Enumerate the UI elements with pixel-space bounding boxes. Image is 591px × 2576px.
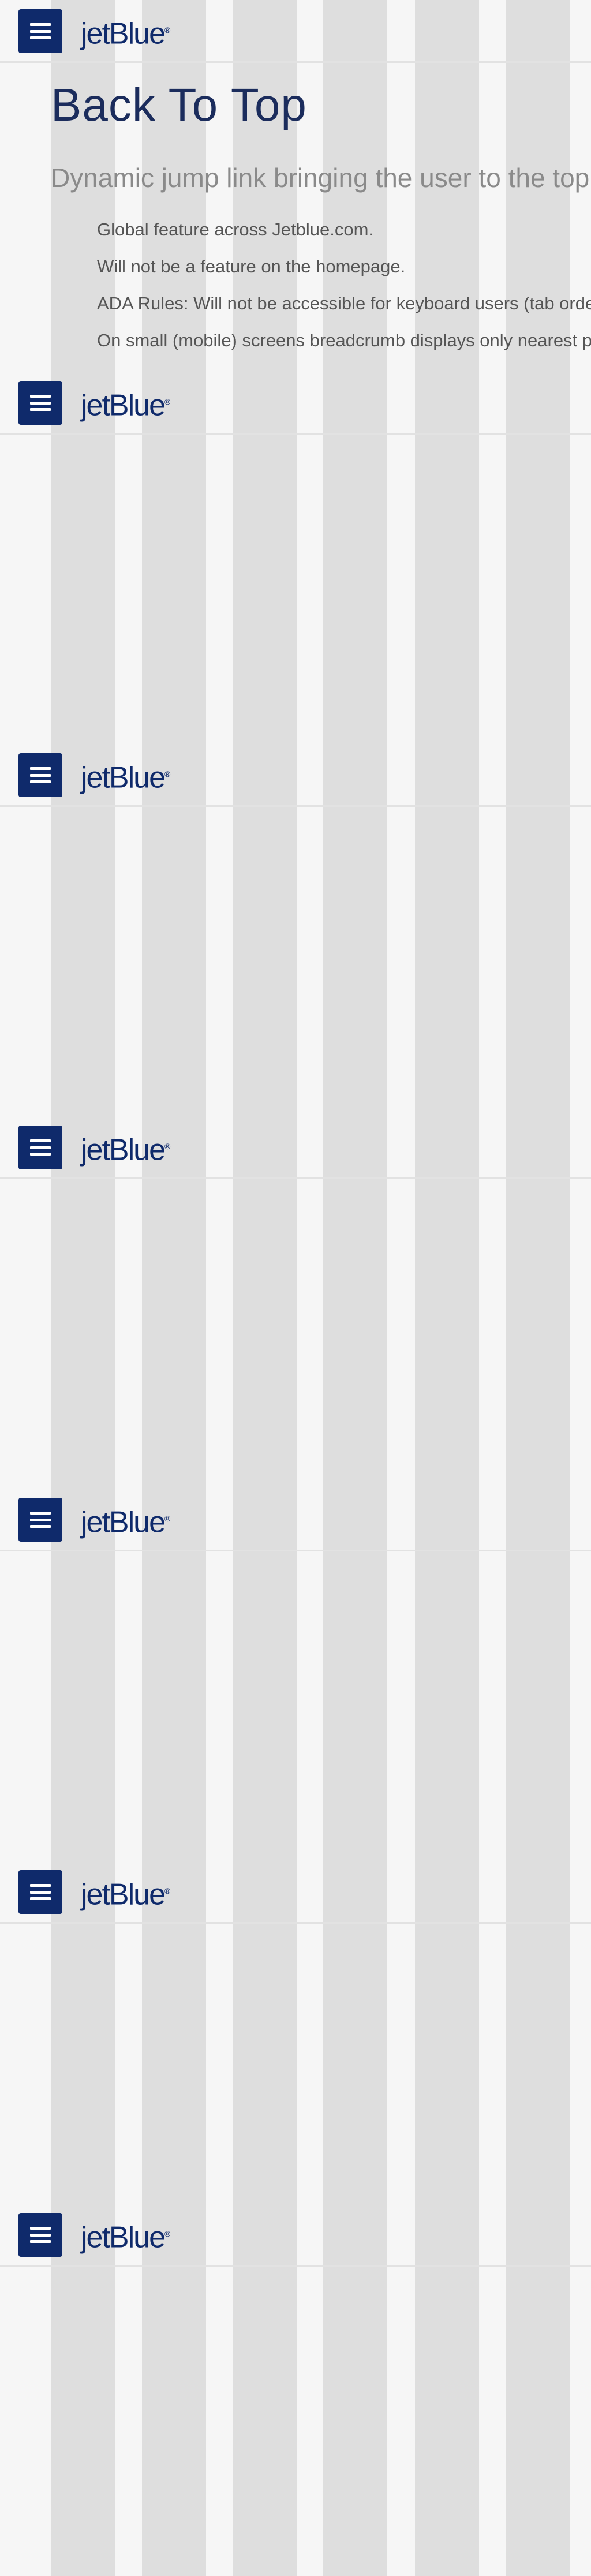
jetblue-logo[interactable]: jetBlue® <box>81 1128 170 1168</box>
site-header: jetBlue® <box>0 2204 591 2267</box>
list-item: On small (mobile) screens breadcrumb dis… <box>97 322 591 359</box>
jetblue-logo[interactable]: jetBlue® <box>81 1872 170 1913</box>
menu-button[interactable] <box>18 2213 62 2257</box>
menu-button[interactable] <box>18 9 62 53</box>
jetblue-logo[interactable]: jetBlue® <box>81 12 170 52</box>
page-title: Back To Top <box>51 79 307 130</box>
hamburger-menu-icon <box>30 1512 51 1528</box>
menu-button[interactable] <box>18 1498 62 1542</box>
hamburger-menu-icon <box>30 1884 51 1900</box>
hamburger-menu-icon <box>30 2227 51 2243</box>
list-item: Will not be a feature on the homepage. <box>97 248 591 285</box>
site-header: jetBlue® <box>0 1116 591 1179</box>
hamburger-menu-icon <box>30 23 51 39</box>
site-header: jetBlue® <box>0 744 591 807</box>
site-header: jetBlue® <box>0 0 591 63</box>
jetblue-logo[interactable]: jetBlue® <box>81 1500 170 1541</box>
hamburger-menu-icon <box>30 1139 51 1156</box>
menu-button[interactable] <box>18 1126 62 1169</box>
page-subtitle: Dynamic jump link bringing the user to t… <box>51 163 591 193</box>
jetblue-logo[interactable]: jetBlue® <box>81 383 170 424</box>
feature-list: Global feature across Jetblue.com. Will … <box>51 211 591 359</box>
list-item: Global feature across Jetblue.com. <box>97 211 591 248</box>
jetblue-logo[interactable]: jetBlue® <box>81 2215 170 2256</box>
site-header: jetBlue® <box>0 372 591 435</box>
menu-button[interactable] <box>18 1870 62 1914</box>
hamburger-menu-icon <box>30 395 51 411</box>
list-item: ADA Rules: Will not be accessible for ke… <box>97 285 591 322</box>
site-header: jetBlue® <box>0 1861 591 1924</box>
site-header: jetBlue® <box>0 1489 591 1551</box>
menu-button[interactable] <box>18 753 62 797</box>
hamburger-menu-icon <box>30 767 51 783</box>
menu-button[interactable] <box>18 381 62 425</box>
jetblue-logo[interactable]: jetBlue® <box>81 756 170 796</box>
